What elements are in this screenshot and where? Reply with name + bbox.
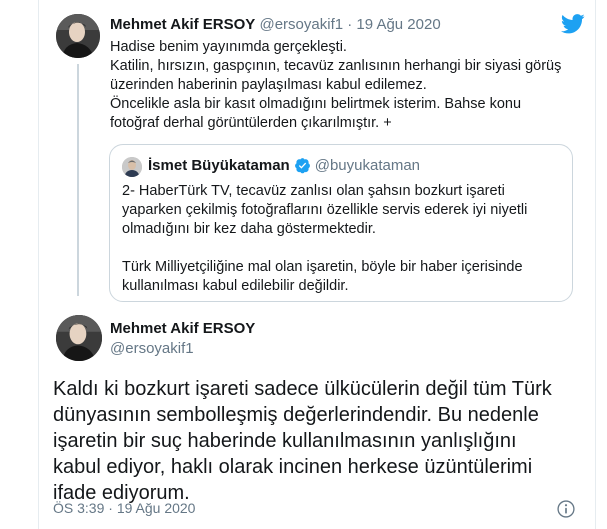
timestamp-separator: · [108, 500, 113, 516]
quoted-author-handle: @buyukataman [314, 157, 421, 174]
thread-line [77, 64, 79, 296]
main-tweet-text: Kaldı ki bozkurt işareti sadece ülkücüle… [53, 378, 552, 504]
parent-tweet-header: Mehmet Akif ERSOY @ersoyakif1 · 19 Ağu 2… [110, 16, 441, 33]
quoted-tweet-header: İsmet Büyükataman @buyukataman [148, 157, 420, 174]
header-separator: · [347, 16, 353, 33]
parent-author-handle[interactable]: @ersoyakif1 [259, 16, 343, 33]
parent-tweet-date[interactable]: 19 Ağu 2020 [356, 16, 440, 33]
info-icon[interactable] [556, 499, 576, 519]
parent-tweet-line: Katilin, hırsızın, gaspçının, tecavüz za… [110, 58, 562, 93]
quoted-author-avatar [122, 157, 142, 177]
main-author-avatar[interactable] [56, 315, 102, 361]
parent-tweet-line: Hadise benim yayınımda gerçekleşti. [110, 39, 347, 55]
verified-badge-icon [294, 158, 310, 174]
tweet-time: ÖS 3:39 [53, 500, 105, 516]
main-author-handle-wrap: @ersoyakif1 [110, 340, 194, 357]
quoted-tweet-text: 2- HaberTürk TV, tecavüz zanlısı olan şa… [122, 182, 562, 296]
quoted-paragraph: 2- HaberTürk TV, tecavüz zanlısı olan şa… [122, 183, 528, 237]
parent-author-avatar[interactable] [56, 14, 100, 58]
parent-tweet-text: Hadise benim yayınımda gerçekleşti. Kati… [110, 38, 562, 133]
parent-author-name[interactable]: Mehmet Akif ERSOY [110, 16, 255, 33]
twitter-bird-icon[interactable] [561, 14, 585, 34]
tweet-date: 19 Ağu 2020 [116, 500, 196, 516]
parent-tweet-line: Öncelikle asla bir kasıt olmadığını beli… [110, 96, 522, 131]
quoted-tweet-card[interactable]: İsmet Büyükataman @buyukataman 2- HaberT… [109, 144, 573, 302]
main-author-name-wrap: Mehmet Akif ERSOY [110, 320, 255, 337]
main-author-handle[interactable]: @ersoyakif1 [110, 340, 194, 357]
main-tweet-timestamp[interactable]: ÖS 3:39 · 19 Ağu 2020 [53, 500, 195, 516]
main-author-name[interactable]: Mehmet Akif ERSOY [110, 320, 255, 337]
quoted-paragraph: Türk Milliyetçiliğine mal olan işaretin,… [122, 259, 523, 294]
quoted-author-name: İsmet Büyükataman [148, 157, 290, 174]
